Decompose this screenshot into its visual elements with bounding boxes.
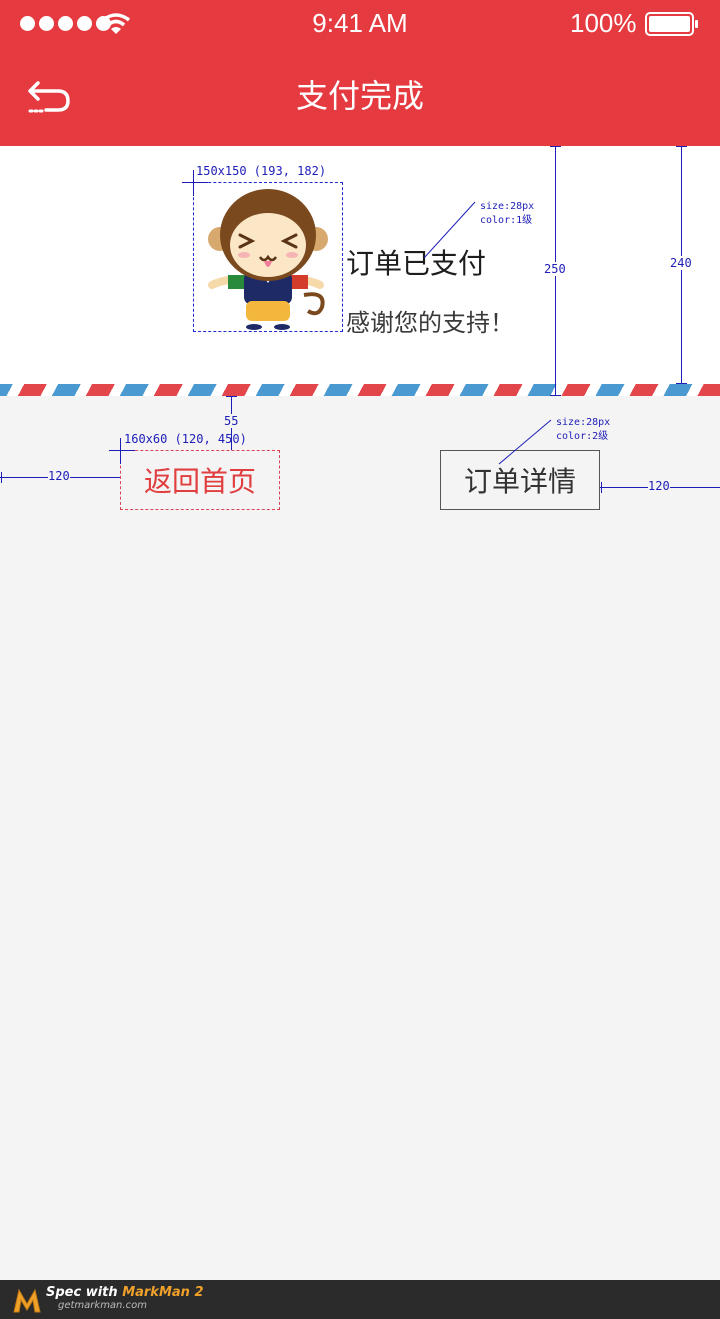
- title-font-spec: size:28px: [480, 201, 535, 212]
- height-250-label: 250: [544, 262, 566, 276]
- right-margin-label: 120: [648, 479, 670, 493]
- footer-brand-text: Spec with MarkMan 2: [46, 1285, 204, 1300]
- home-crosshair-v: [120, 438, 121, 464]
- home-crosshair-h: [109, 450, 135, 451]
- avatar-crosshair-h: [182, 182, 208, 183]
- battery-percentage: 100%: [570, 8, 637, 38]
- footer-url-text: getmarkman.com: [58, 1300, 147, 1311]
- title-color-spec: color:1级: [480, 215, 533, 226]
- markman-logo-icon: [13, 1288, 41, 1313]
- airmail-stripe-divider: [0, 384, 720, 396]
- back-to-home-button[interactable]: 返回首页: [120, 450, 280, 510]
- detail-font-spec: size:28px: [556, 417, 611, 428]
- left-margin-label: 120: [48, 469, 70, 483]
- height-240-label: 240: [670, 256, 692, 270]
- height-250-cap-top: [550, 146, 561, 147]
- height-240-cap-top: [676, 146, 687, 147]
- left-margin-cap: [1, 472, 2, 483]
- title-spec-leader-line: [423, 201, 476, 259]
- thanks-text: 感谢您的支持！: [346, 309, 514, 337]
- monkey-mascot-image: [193, 182, 343, 332]
- height-240-cap-bottom: [676, 383, 687, 384]
- avatar-spec-label: 150x150 (193, 182): [196, 164, 327, 178]
- gap-55-label: 55: [224, 414, 239, 428]
- height-250-cap-bottom: [550, 395, 561, 396]
- right-margin-cap: [601, 482, 602, 493]
- detail-color-spec: color:2级: [556, 431, 609, 442]
- home-button-spec-label: 160x60 (120, 450): [124, 432, 247, 446]
- gap-55-cap-top: [226, 396, 237, 397]
- detail-spec-leader-line: [498, 419, 552, 465]
- page-title: 支付完成: [295, 77, 424, 115]
- avatar-crosshair-v: [193, 170, 194, 196]
- battery-icon: [645, 12, 698, 36]
